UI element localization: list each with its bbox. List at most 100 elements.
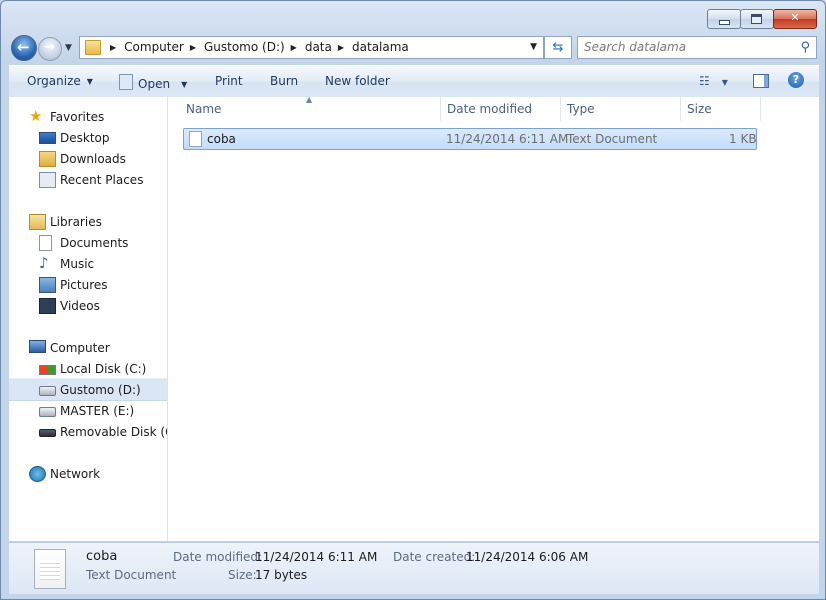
maximize-button[interactable] — [740, 9, 774, 29]
file-type: Text Document — [567, 132, 658, 146]
file-list: ▲ Name Date modified Type Size coba 11/2… — [168, 95, 819, 541]
nav-label: MASTER (E:) — [60, 404, 135, 418]
videos-icon — [39, 298, 56, 314]
nav-network[interactable]: Network — [9, 463, 167, 484]
navigation-pane: ★ Favorites Desktop Downloads Recent Plac… — [9, 97, 168, 541]
nav-favorites[interactable]: ★ Favorites — [9, 106, 167, 127]
details-date-modified-label: Date modified: — [173, 550, 263, 564]
organize-button[interactable]: Organize ▼ — [27, 74, 93, 88]
nav-pictures[interactable]: Pictures — [9, 274, 167, 295]
libraries-icon — [29, 214, 46, 230]
nav-computer[interactable]: Computer — [9, 337, 167, 358]
organize-label: Organize — [27, 74, 81, 88]
nav-label: Local Disk (C:) — [60, 362, 147, 376]
nav-label: Gustomo (D:) — [60, 383, 141, 397]
pictures-icon — [39, 277, 56, 293]
close-icon: ✕ — [790, 11, 800, 24]
chevron-right-icon[interactable]: ▶ — [190, 43, 196, 52]
address-bar[interactable]: ▶ Computer ▶ Gustomo (D:) ▶ data ▶ datal… — [79, 36, 544, 59]
address-dropdown-icon[interactable]: ▼ — [530, 42, 537, 52]
column-divider[interactable] — [680, 97, 681, 121]
nav-downloads[interactable]: Downloads — [9, 148, 167, 169]
computer-icon — [29, 340, 46, 353]
nav-label: Computer — [50, 341, 110, 355]
nav-removable-g[interactable]: Removable Disk (G:) — [9, 421, 167, 442]
maximize-icon — [751, 14, 762, 24]
open-label: Open — [138, 77, 171, 91]
nav-videos[interactable]: Videos — [9, 295, 167, 316]
nav-label: Libraries — [50, 215, 102, 229]
breadcrumb-computer[interactable]: Computer — [124, 40, 184, 54]
details-date-created-label: Date created: — [393, 550, 476, 564]
details-file-type: Text Document — [86, 568, 177, 582]
chevron-right-icon[interactable]: ▶ — [110, 43, 116, 52]
chevron-right-icon[interactable]: ▶ — [291, 43, 297, 52]
print-button[interactable]: Print — [215, 74, 243, 88]
chevron-right-icon[interactable]: ▶ — [338, 43, 344, 52]
nav-desktop[interactable]: Desktop — [9, 127, 167, 148]
preview-pane-icon[interactable] — [753, 74, 769, 88]
new-folder-button[interactable]: New folder — [325, 74, 390, 88]
file-row[interactable]: coba 11/24/2014 6:11 AM Text Document 1 … — [183, 128, 757, 150]
nav-documents[interactable]: Documents — [9, 232, 167, 253]
text-file-icon — [189, 131, 202, 147]
breadcrumb-datalama[interactable]: datalama — [352, 40, 409, 54]
nav-label: Music — [60, 257, 95, 271]
search-box[interactable]: ⚲ — [577, 36, 817, 59]
column-divider[interactable] — [760, 97, 761, 121]
search-icon[interactable]: ⚲ — [800, 40, 810, 55]
nav-local-disk-c[interactable]: Local Disk (C:) — [9, 358, 167, 379]
nav-music[interactable]: ♪ Music — [9, 253, 167, 274]
notepad-icon — [119, 74, 133, 90]
file-date-modified: 11/24/2014 6:11 AM — [446, 132, 569, 146]
column-type[interactable]: Type — [567, 102, 595, 116]
file-size: 1 KB — [729, 132, 757, 146]
help-icon[interactable]: ? — [788, 72, 804, 88]
column-date-modified[interactable]: Date modified — [447, 102, 532, 116]
nav-recent-places[interactable]: Recent Places — [9, 169, 167, 190]
column-divider[interactable] — [560, 97, 561, 121]
change-view-button[interactable]: ☷ ▼ — [699, 74, 728, 88]
column-header-row: ▲ Name Date modified Type Size — [168, 95, 819, 121]
search-input[interactable] — [584, 39, 784, 55]
nav-label: Favorites — [50, 110, 105, 124]
column-size[interactable]: Size — [687, 102, 712, 116]
burn-button[interactable]: Burn — [270, 74, 298, 88]
refresh-button[interactable]: ⇆ — [544, 36, 572, 59]
recent-pages-dropdown[interactable]: ▼ — [65, 43, 75, 53]
chevron-down-icon: ▼ — [181, 80, 188, 89]
forward-button[interactable]: → — [38, 37, 62, 61]
recent-places-icon — [39, 172, 56, 188]
details-date-modified: 11/24/2014 6:11 AM — [255, 550, 378, 564]
chevron-down-icon: ▼ — [86, 77, 93, 86]
minimize-button[interactable] — [707, 9, 741, 29]
breadcrumb-drive[interactable]: Gustomo (D:) — [204, 40, 285, 54]
details-date-created: 11/24/2014 6:06 AM — [466, 550, 589, 564]
window-controls: ✕ — [707, 9, 817, 29]
sort-ascending-icon: ▲ — [306, 95, 313, 104]
refresh-icon: ⇆ — [552, 40, 564, 55]
downloads-icon — [39, 151, 56, 167]
nav-gustomo-d[interactable]: Gustomo (D:) — [9, 378, 167, 401]
details-pane: coba Text Document Date modified: 11/24/… — [9, 542, 819, 594]
back-button[interactable]: ← — [11, 35, 37, 61]
chevron-down-icon: ▼ — [721, 78, 728, 87]
nav-libraries[interactable]: Libraries — [9, 211, 167, 232]
column-divider[interactable] — [440, 97, 441, 121]
nav-master-e[interactable]: MASTER (E:) — [9, 400, 167, 421]
network-icon — [29, 466, 46, 482]
nav-label: Network — [50, 467, 101, 481]
breadcrumb-data[interactable]: data — [305, 40, 332, 54]
windows-drive-icon — [39, 365, 56, 375]
nav-label: Recent Places — [60, 173, 144, 187]
column-name[interactable]: Name — [186, 102, 221, 116]
music-icon: ♪ — [39, 254, 49, 272]
close-button[interactable]: ✕ — [773, 9, 817, 29]
details-size: 17 bytes — [255, 568, 308, 582]
breadcrumb: ▶ Computer ▶ Gustomo (D:) ▶ data ▶ datal… — [104, 40, 409, 54]
details-file-name: coba — [86, 549, 118, 564]
open-button[interactable]: Open ▼ — [119, 74, 187, 91]
star-icon: ★ — [29, 107, 43, 125]
desktop-icon — [39, 132, 56, 144]
nav-label: Downloads — [60, 152, 126, 166]
